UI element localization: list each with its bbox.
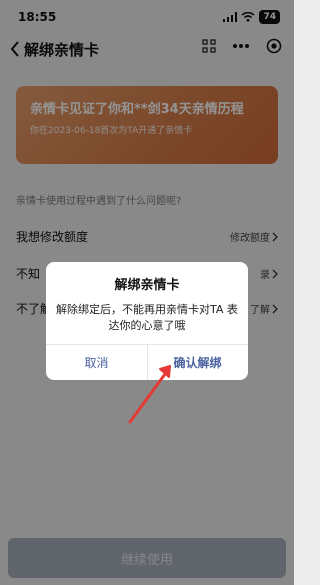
dialog-message: 解除绑定后，不能再用亲情卡对TA 表达你的心意了哦 — [56, 303, 238, 332]
dialog-title: 解绑亲情卡 — [114, 278, 180, 293]
pointer-arrow-icon — [128, 365, 171, 424]
